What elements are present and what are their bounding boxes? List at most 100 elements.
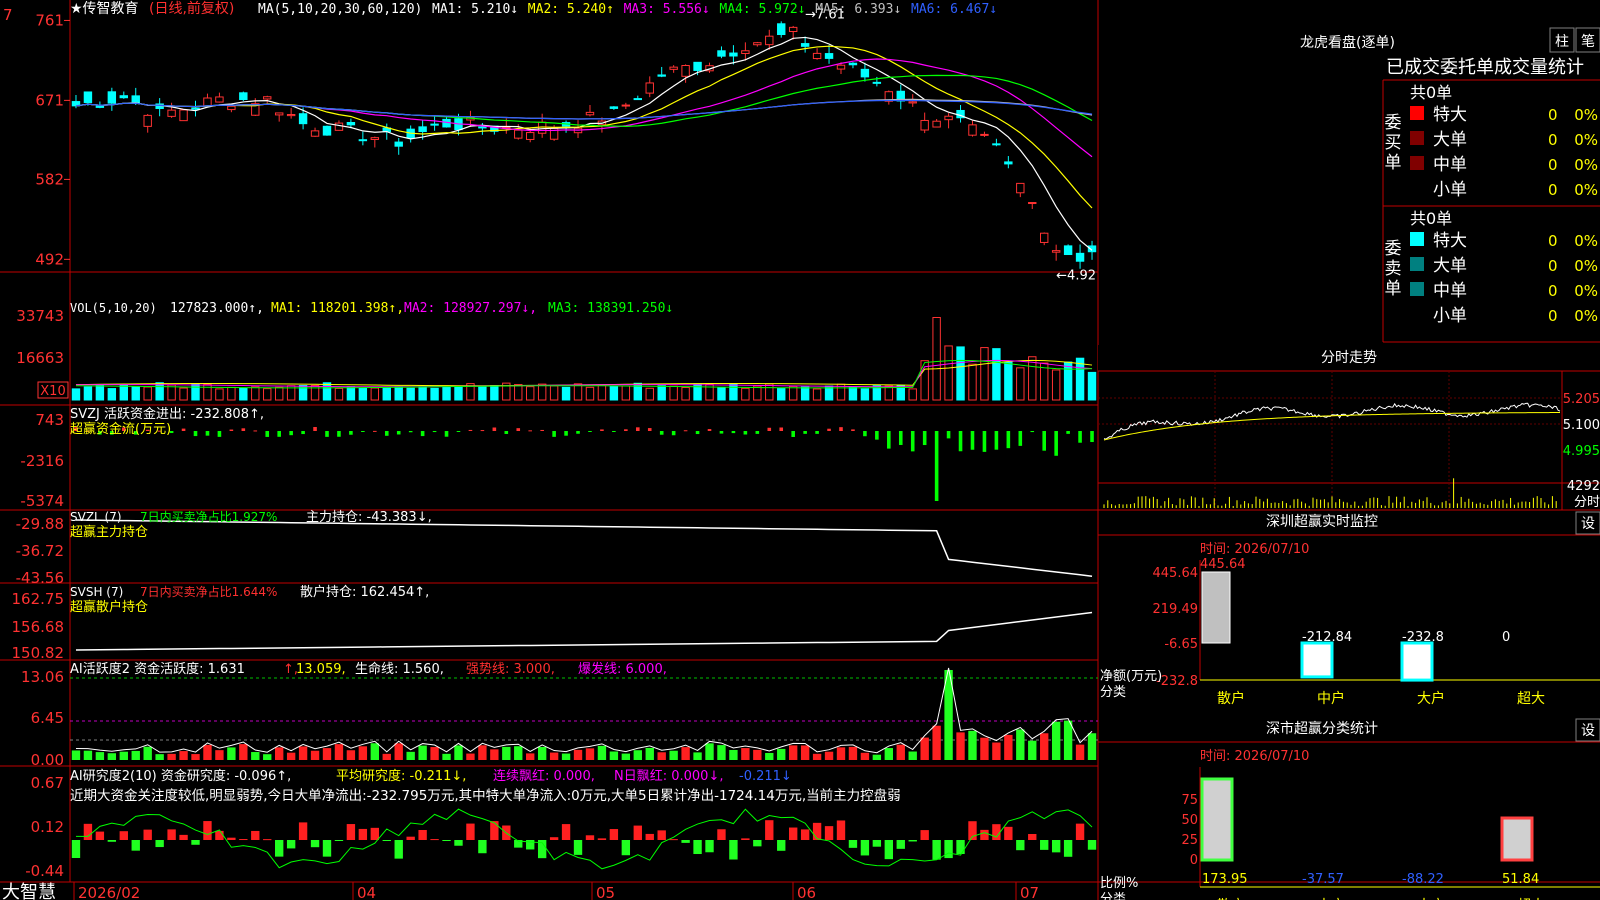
money-flow-bar bbox=[839, 427, 843, 431]
volume-bar bbox=[251, 386, 260, 401]
money-flow-bar bbox=[540, 429, 544, 431]
order-count: 0 bbox=[1548, 156, 1558, 174]
order-size-label: 特大 bbox=[1433, 231, 1467, 251]
volume-bar bbox=[382, 387, 391, 401]
candle bbox=[1051, 250, 1061, 253]
ai1-c: 生命线: 1.560, bbox=[355, 661, 444, 677]
y-tick-price: 761 bbox=[35, 11, 64, 29]
activity-bar bbox=[358, 746, 368, 760]
volume-bar bbox=[346, 386, 356, 401]
activity-bar bbox=[155, 754, 164, 760]
vol-ma2: MA2: 128927.297↓, bbox=[404, 301, 537, 316]
activity-bar bbox=[1087, 733, 1097, 760]
classify-value: 51.84 bbox=[1502, 872, 1539, 887]
candle bbox=[693, 61, 702, 71]
order-side-label: 单 bbox=[1385, 279, 1402, 299]
volume-bar bbox=[1040, 362, 1049, 401]
volume-bar bbox=[609, 385, 619, 401]
money-flow-bar bbox=[432, 431, 437, 433]
volume-bar bbox=[860, 388, 870, 401]
y-tick-svzl: -43.56 bbox=[16, 569, 64, 587]
activity-bar bbox=[561, 753, 571, 760]
legend-swatch bbox=[1410, 232, 1424, 246]
legend-swatch bbox=[1410, 156, 1424, 170]
activity-bar bbox=[693, 752, 702, 760]
activity-bar bbox=[275, 747, 284, 760]
research-bar bbox=[1087, 840, 1097, 850]
money-flow-bar bbox=[600, 429, 604, 431]
candle bbox=[430, 123, 439, 126]
research-bar bbox=[454, 840, 463, 846]
candle bbox=[800, 43, 810, 47]
ai2-title: AI研究度2(10) 资金研究度: -0.096↑, bbox=[70, 768, 291, 784]
research-bar bbox=[693, 840, 702, 855]
candle bbox=[322, 125, 332, 136]
volume-bar bbox=[741, 387, 750, 401]
candle bbox=[992, 143, 1001, 146]
money-flow-bar bbox=[934, 431, 939, 501]
candle bbox=[227, 105, 236, 111]
y-tick-svzj: -2316 bbox=[20, 452, 64, 470]
volume-bar bbox=[585, 386, 595, 401]
volume-bar bbox=[657, 385, 666, 401]
money-flow-bar bbox=[922, 431, 927, 446]
money-flow-bar bbox=[337, 431, 341, 437]
research-bar bbox=[1004, 826, 1013, 840]
money-flow-bar bbox=[480, 430, 485, 432]
research-bar bbox=[478, 840, 487, 854]
money-flow-bar bbox=[719, 431, 724, 434]
candle bbox=[310, 130, 320, 137]
activity-bar bbox=[1028, 740, 1037, 760]
classify-ylabel: 比例% bbox=[1100, 876, 1138, 891]
research-bar bbox=[717, 829, 726, 840]
candle bbox=[669, 66, 678, 70]
money-flow-bar bbox=[444, 431, 449, 437]
activity-bar bbox=[777, 748, 786, 760]
activity-bar bbox=[394, 743, 403, 760]
volume-bar bbox=[597, 384, 607, 401]
order-count: 0 bbox=[1548, 106, 1558, 124]
candle bbox=[621, 104, 631, 107]
volume-bar bbox=[526, 386, 535, 401]
money-flow-bar bbox=[193, 431, 198, 437]
research-bar bbox=[203, 821, 212, 840]
money-flow-bar bbox=[528, 430, 533, 432]
volume-bar bbox=[322, 382, 332, 401]
research-bar bbox=[394, 840, 403, 859]
chart-canvas[interactable]: 761671582492→7.61←4.923374316663X10743-2… bbox=[0, 0, 1600, 900]
volume-bar bbox=[645, 387, 654, 401]
activity-bar bbox=[251, 752, 260, 760]
volume-bar bbox=[980, 347, 989, 401]
money-flow-bar bbox=[958, 431, 963, 452]
svsh-title: SVSH (7) bbox=[70, 585, 123, 599]
vol-value: 127823.000↑, bbox=[170, 301, 264, 316]
activity-bar bbox=[502, 746, 511, 760]
research-bar bbox=[466, 823, 475, 840]
money-flow-bar bbox=[755, 431, 760, 434]
candle bbox=[980, 133, 989, 136]
candle bbox=[526, 132, 535, 140]
candle bbox=[717, 50, 726, 57]
volume-bar bbox=[71, 388, 81, 401]
activity-bar bbox=[179, 751, 188, 760]
activity-bar bbox=[334, 744, 344, 760]
money-flow-bar bbox=[647, 428, 652, 431]
ai1-title: AI活跃度2 资金活跃度: 1.631 bbox=[70, 661, 245, 677]
monitor-category: 散户 bbox=[1217, 690, 1245, 707]
money-flow-bar bbox=[504, 431, 509, 434]
activity-bar bbox=[537, 746, 547, 760]
candle bbox=[824, 53, 834, 59]
volume-bar bbox=[753, 385, 762, 401]
money-flow-bar bbox=[361, 431, 365, 432]
lhb-header: 已成交委托单成交量统计 bbox=[1386, 57, 1584, 78]
activity-bar bbox=[263, 754, 272, 760]
research-bar bbox=[191, 840, 200, 845]
money-flow-bar bbox=[265, 431, 270, 437]
research-bar bbox=[71, 840, 81, 859]
volume-bar bbox=[263, 388, 272, 401]
money-flow-bar bbox=[277, 431, 281, 437]
activity-bar bbox=[573, 749, 583, 760]
candle bbox=[765, 35, 774, 46]
ai2-d: N日飘红: 0.000↓, bbox=[614, 768, 723, 784]
money-flow-bar bbox=[1078, 431, 1082, 443]
